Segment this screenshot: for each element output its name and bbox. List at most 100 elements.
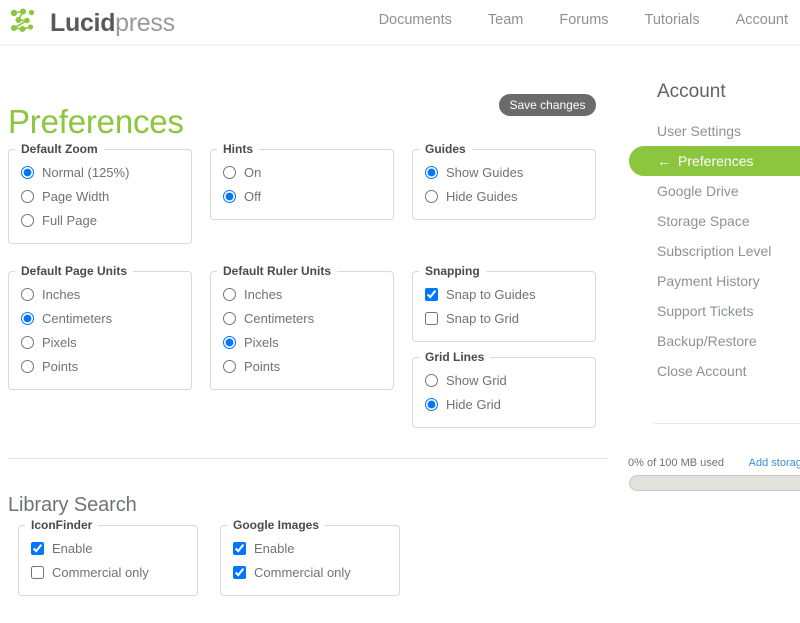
- fieldset-default-ruler-units: Default Ruler Units Inches Centimeters Pix…: [210, 264, 394, 390]
- nav-documents[interactable]: Documents: [361, 12, 470, 28]
- option-row[interactable]: Hide Guides: [425, 186, 595, 207]
- option-label[interactable]: Full Page: [42, 213, 97, 228]
- option-label[interactable]: Normal (125%): [42, 165, 129, 180]
- checkbox-enable[interactable]: [233, 542, 246, 555]
- nav-forums[interactable]: Forums: [541, 12, 626, 28]
- sidebar-item-user-settings[interactable]: User Settings: [620, 116, 800, 146]
- option-label[interactable]: Pixels: [42, 335, 77, 350]
- checkbox-snap-to-grid[interactable]: [425, 312, 438, 325]
- option-row[interactable]: On: [223, 162, 393, 183]
- option-row[interactable]: Full Page: [21, 210, 191, 231]
- option-label[interactable]: Inches: [42, 287, 80, 302]
- radio-hide-guides[interactable]: [425, 190, 438, 203]
- radio-full-page[interactable]: [21, 214, 34, 227]
- sidebar-item-close-account[interactable]: Close Account: [620, 356, 800, 386]
- option-row[interactable]: Points: [21, 356, 191, 377]
- checkbox-commercial-only[interactable]: [233, 566, 246, 579]
- option-row[interactable]: Pixels: [21, 332, 191, 353]
- option-row[interactable]: Pixels: [223, 332, 393, 353]
- checkbox-snap-to-guides[interactable]: [425, 288, 438, 301]
- option-label[interactable]: Page Width: [42, 189, 109, 204]
- option-row[interactable]: Hide Grid: [425, 394, 595, 415]
- page-title: Preferences: [8, 103, 184, 141]
- radio-hide-grid[interactable]: [425, 398, 438, 411]
- radio-pixels[interactable]: [21, 336, 34, 349]
- option-row[interactable]: Show Guides: [425, 162, 595, 183]
- option-row[interactable]: Centimeters: [21, 308, 191, 329]
- radio-inches[interactable]: [223, 288, 236, 301]
- radio-on[interactable]: [223, 166, 236, 179]
- fieldset-hints: Hints On Off: [210, 142, 394, 220]
- legend-hints: Hints: [223, 142, 253, 156]
- option-row[interactable]: Inches: [223, 284, 393, 305]
- sidebar-item-payment-history[interactable]: Payment History: [620, 266, 800, 296]
- checkbox-commercial-only[interactable]: [31, 566, 44, 579]
- site-header: Lucidpress Documents Team Forums Tutorials A…: [0, 0, 800, 46]
- sidebar-nav-list: User Settings ← Preferences Google Drive Sto…: [620, 116, 800, 386]
- sidebar-item-backup-restore[interactable]: Backup/Restore: [620, 326, 800, 356]
- option-label[interactable]: Off: [244, 189, 261, 204]
- option-label[interactable]: Inches: [244, 287, 282, 302]
- radio-inches[interactable]: [21, 288, 34, 301]
- checkbox-enable[interactable]: [31, 542, 44, 555]
- option-row[interactable]: Normal (125%): [21, 162, 191, 183]
- option-label[interactable]: Snap to Grid: [446, 311, 519, 326]
- option-label[interactable]: Commercial only: [254, 565, 351, 580]
- sidebar-item-support-tickets[interactable]: Support Tickets: [620, 296, 800, 326]
- option-label[interactable]: Centimeters: [42, 311, 112, 326]
- fieldset-iconfinder: IconFinder Enable Commercial only: [18, 518, 198, 596]
- divider: [654, 423, 800, 424]
- logo[interactable]: Lucidpress: [10, 6, 175, 40]
- sidebar-item-preferences[interactable]: ← Preferences: [629, 146, 800, 176]
- radio-centimeters[interactable]: [21, 312, 34, 325]
- radio-normal-125[interactable]: [21, 166, 34, 179]
- option-row[interactable]: Snap to Guides: [425, 284, 595, 305]
- storage-usage-label: 0% of 100 MB used: [628, 457, 725, 469]
- save-changes-button[interactable]: Save changes: [499, 94, 596, 116]
- option-row[interactable]: Centimeters: [223, 308, 393, 329]
- sidebar-item-storage-space[interactable]: Storage Space: [620, 206, 800, 236]
- option-label[interactable]: Enable: [52, 541, 92, 556]
- option-label[interactable]: Enable: [254, 541, 294, 556]
- option-label[interactable]: Hide Guides: [446, 189, 518, 204]
- radio-centimeters[interactable]: [223, 312, 236, 325]
- add-storage-link[interactable]: Add storage: [749, 457, 800, 469]
- option-row[interactable]: Page Width: [21, 186, 191, 207]
- option-label[interactable]: Show Grid: [446, 373, 507, 388]
- option-row[interactable]: Off: [223, 186, 393, 207]
- option-row[interactable]: Snap to Grid: [425, 308, 595, 329]
- radio-pixels[interactable]: [223, 336, 236, 349]
- sidebar-item-label: Google Drive: [657, 183, 739, 199]
- library-search-title: Library Search: [8, 493, 137, 516]
- nav-tutorials[interactable]: Tutorials: [627, 12, 718, 28]
- option-row[interactable]: Enable: [233, 538, 399, 559]
- option-label[interactable]: Pixels: [244, 335, 279, 350]
- radio-show-grid[interactable]: [425, 374, 438, 387]
- radio-page-width[interactable]: [21, 190, 34, 203]
- option-label[interactable]: Hide Grid: [446, 397, 501, 412]
- option-label[interactable]: On: [244, 165, 261, 180]
- sidebar-item-subscription-level[interactable]: Subscription Level: [620, 236, 800, 266]
- sidebar-item-label: Subscription Level: [657, 243, 772, 259]
- radio-points[interactable]: [223, 360, 236, 373]
- option-row[interactable]: Enable: [31, 538, 197, 559]
- option-row[interactable]: Points: [223, 356, 393, 377]
- sidebar-item-label: User Settings: [657, 123, 742, 139]
- option-label[interactable]: Points: [42, 359, 78, 374]
- radio-off[interactable]: [223, 190, 236, 203]
- option-row[interactable]: Inches: [21, 284, 191, 305]
- option-row[interactable]: Commercial only: [233, 562, 399, 583]
- option-label[interactable]: Points: [244, 359, 280, 374]
- option-label[interactable]: Centimeters: [244, 311, 314, 326]
- option-label[interactable]: Snap to Guides: [446, 287, 536, 302]
- option-row[interactable]: Show Grid: [425, 370, 595, 391]
- radio-show-guides[interactable]: [425, 166, 438, 179]
- option-row[interactable]: Commercial only: [31, 562, 197, 583]
- sidebar-item-google-drive[interactable]: Google Drive: [620, 176, 800, 206]
- option-label[interactable]: Commercial only: [52, 565, 149, 580]
- nav-account[interactable]: Account: [718, 12, 800, 28]
- radio-points[interactable]: [21, 360, 34, 373]
- option-label[interactable]: Show Guides: [446, 165, 523, 180]
- nav-team[interactable]: Team: [470, 12, 541, 28]
- legend-default-zoom: Default Zoom: [21, 142, 98, 156]
